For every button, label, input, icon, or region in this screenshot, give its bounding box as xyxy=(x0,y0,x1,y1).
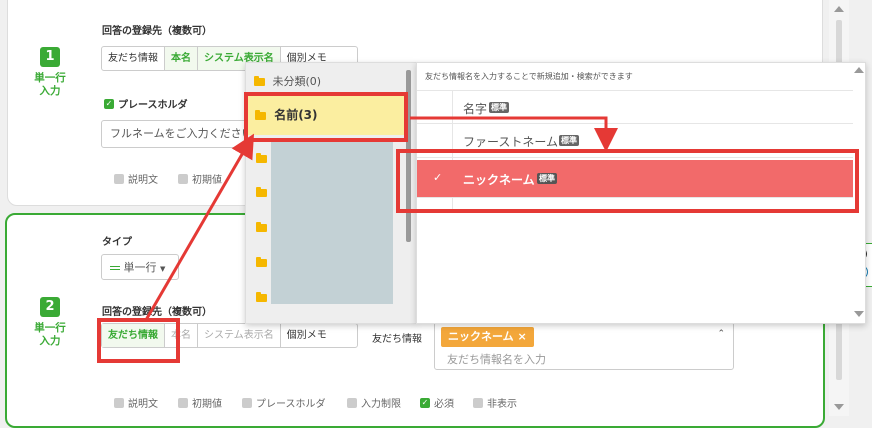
annotation-arrows xyxy=(144,116,618,321)
arrow-folder-to-item xyxy=(410,116,618,152)
arrow-tab-to-folder xyxy=(144,133,255,321)
